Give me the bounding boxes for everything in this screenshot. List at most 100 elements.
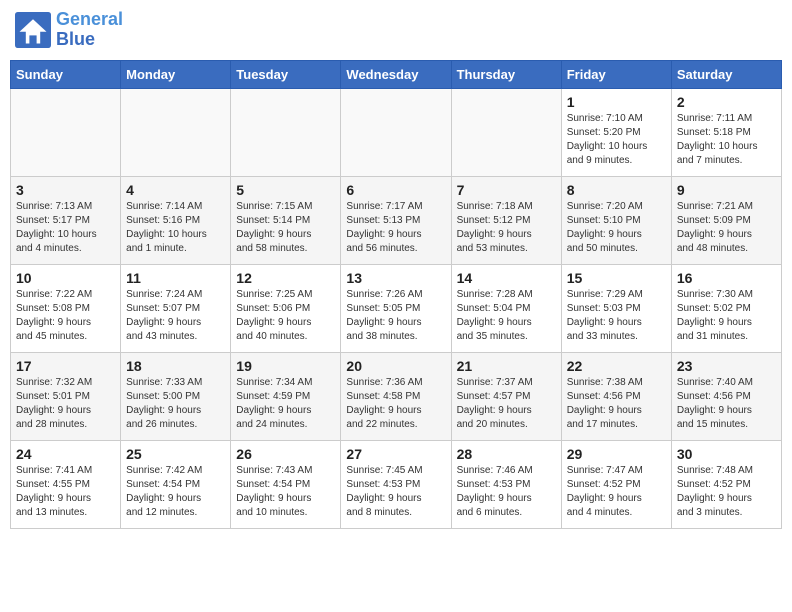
calendar-week-row: 17 Sunrise: 7:32 AM Sunset: 5:01 PM Dayli… [11,352,782,440]
day-info: Sunrise: 7:48 AM Sunset: 4:52 PM Dayligh… [677,464,776,520]
day-number: 8 [567,182,666,198]
day-info: Sunrise: 7:32 AM Sunset: 5:01 PM Dayligh… [16,376,115,432]
day-number: 10 [16,270,115,286]
day-info: Sunrise: 7:45 AM Sunset: 4:53 PM Dayligh… [346,464,445,520]
day-number: 17 [16,358,115,374]
day-info: Sunrise: 7:46 AM Sunset: 4:53 PM Dayligh… [457,464,556,520]
weekday-header: Wednesday [341,60,451,88]
calendar-cell: 3 Sunrise: 7:13 AM Sunset: 5:17 PM Daylig… [11,176,121,264]
calendar-cell: 30 Sunrise: 7:48 AM Sunset: 4:52 PM Dayli… [671,440,781,528]
day-number: 27 [346,446,445,462]
calendar-body: 1Sunrise: 7:10 AM Sunset: 5:20 PM Daylig… [11,88,782,528]
day-info: Sunrise: 7:25 AM Sunset: 5:06 PM Dayligh… [236,288,335,344]
logo-text: General Blue [56,10,123,50]
calendar-cell: 25 Sunrise: 7:42 AM Sunset: 4:54 PM Dayli… [121,440,231,528]
day-info: Sunrise: 7:17 AM Sunset: 5:13 PM Dayligh… [346,200,445,256]
logo-icon [15,12,51,48]
weekday-header: Thursday [451,60,561,88]
day-info: Sunrise: 7:37 AM Sunset: 4:57 PM Dayligh… [457,376,556,432]
weekday-header: Monday [121,60,231,88]
day-number: 13 [346,270,445,286]
day-info: Sunrise: 7:18 AM Sunset: 5:12 PM Dayligh… [457,200,556,256]
calendar-cell: 26 Sunrise: 7:43 AM Sunset: 4:54 PM Dayli… [231,440,341,528]
logo: General Blue [15,10,123,50]
day-number: 3 [16,182,115,198]
calendar-cell: 19 Sunrise: 7:34 AM Sunset: 4:59 PM Dayli… [231,352,341,440]
calendar-cell [121,88,231,176]
day-info: Sunrise: 7:26 AM Sunset: 5:05 PM Dayligh… [346,288,445,344]
day-info: Sunrise: 7:24 AM Sunset: 5:07 PM Dayligh… [126,288,225,344]
day-info: Sunrise: 7:34 AM Sunset: 4:59 PM Dayligh… [236,376,335,432]
day-info: Sunrise: 7:20 AM Sunset: 5:10 PM Dayligh… [567,200,666,256]
calendar-cell: 7 Sunrise: 7:18 AM Sunset: 5:12 PM Daylig… [451,176,561,264]
calendar-week-row: 1Sunrise: 7:10 AM Sunset: 5:20 PM Daylig… [11,88,782,176]
day-info: Sunrise: 7:47 AM Sunset: 4:52 PM Dayligh… [567,464,666,520]
day-number: 12 [236,270,335,286]
day-info: Sunrise: 7:21 AM Sunset: 5:09 PM Dayligh… [677,200,776,256]
day-info: Sunrise: 7:42 AM Sunset: 4:54 PM Dayligh… [126,464,225,520]
day-info: Sunrise: 7:38 AM Sunset: 4:56 PM Dayligh… [567,376,666,432]
calendar-cell: 22 Sunrise: 7:38 AM Sunset: 4:56 PM Dayli… [561,352,671,440]
day-info: Sunrise: 7:15 AM Sunset: 5:14 PM Dayligh… [236,200,335,256]
day-number: 14 [457,270,556,286]
calendar-cell: 12 Sunrise: 7:25 AM Sunset: 5:06 PM Dayli… [231,264,341,352]
calendar-cell [451,88,561,176]
calendar-cell: 27 Sunrise: 7:45 AM Sunset: 4:53 PM Dayli… [341,440,451,528]
day-info: Sunrise: 7:10 AM Sunset: 5:20 PM Dayligh… [567,112,666,168]
day-info: Sunrise: 7:33 AM Sunset: 5:00 PM Dayligh… [126,376,225,432]
day-number: 6 [346,182,445,198]
page-header: General Blue [10,10,782,50]
weekday-header: Tuesday [231,60,341,88]
calendar-cell: 10 Sunrise: 7:22 AM Sunset: 5:08 PM Dayli… [11,264,121,352]
calendar-cell: 17 Sunrise: 7:32 AM Sunset: 5:01 PM Dayli… [11,352,121,440]
weekday-header: Friday [561,60,671,88]
calendar-cell: 18 Sunrise: 7:33 AM Sunset: 5:00 PM Dayli… [121,352,231,440]
calendar-cell: 29Sunrise: 7:47 AM Sunset: 4:52 PM Dayli… [561,440,671,528]
weekday-header: Saturday [671,60,781,88]
calendar-cell: 9Sunrise: 7:21 AM Sunset: 5:09 PM Daylig… [671,176,781,264]
day-number: 16 [677,270,776,286]
calendar-week-row: 24 Sunrise: 7:41 AM Sunset: 4:55 PM Dayli… [11,440,782,528]
calendar-table: SundayMondayTuesdayWednesdayThursdayFrid… [10,60,782,529]
day-number: 20 [346,358,445,374]
calendar-cell [341,88,451,176]
day-number: 5 [236,182,335,198]
day-info: Sunrise: 7:22 AM Sunset: 5:08 PM Dayligh… [16,288,115,344]
calendar-cell: 21Sunrise: 7:37 AM Sunset: 4:57 PM Dayli… [451,352,561,440]
calendar-week-row: 3 Sunrise: 7:13 AM Sunset: 5:17 PM Daylig… [11,176,782,264]
calendar-week-row: 10 Sunrise: 7:22 AM Sunset: 5:08 PM Dayli… [11,264,782,352]
calendar-cell: 15Sunrise: 7:29 AM Sunset: 5:03 PM Dayli… [561,264,671,352]
day-number: 18 [126,358,225,374]
day-info: Sunrise: 7:14 AM Sunset: 5:16 PM Dayligh… [126,200,225,256]
calendar-cell [11,88,121,176]
day-number: 24 [16,446,115,462]
calendar-cell: 13 Sunrise: 7:26 AM Sunset: 5:05 PM Dayli… [341,264,451,352]
calendar-cell: 24 Sunrise: 7:41 AM Sunset: 4:55 PM Dayli… [11,440,121,528]
calendar-cell: 14 Sunrise: 7:28 AM Sunset: 5:04 PM Dayli… [451,264,561,352]
day-number: 25 [126,446,225,462]
day-info: Sunrise: 7:28 AM Sunset: 5:04 PM Dayligh… [457,288,556,344]
day-number: 11 [126,270,225,286]
day-number: 4 [126,182,225,198]
calendar-cell: 5 Sunrise: 7:15 AM Sunset: 5:14 PM Daylig… [231,176,341,264]
day-info: Sunrise: 7:13 AM Sunset: 5:17 PM Dayligh… [16,200,115,256]
day-info: Sunrise: 7:41 AM Sunset: 4:55 PM Dayligh… [16,464,115,520]
day-number: 30 [677,446,776,462]
day-info: Sunrise: 7:40 AM Sunset: 4:56 PM Dayligh… [677,376,776,432]
weekday-header: Sunday [11,60,121,88]
calendar-cell: 1Sunrise: 7:10 AM Sunset: 5:20 PM Daylig… [561,88,671,176]
calendar-cell: 6 Sunrise: 7:17 AM Sunset: 5:13 PM Daylig… [341,176,451,264]
day-info: Sunrise: 7:36 AM Sunset: 4:58 PM Dayligh… [346,376,445,432]
day-info: Sunrise: 7:43 AM Sunset: 4:54 PM Dayligh… [236,464,335,520]
day-info: Sunrise: 7:11 AM Sunset: 5:18 PM Dayligh… [677,112,776,168]
day-number: 2 [677,94,776,110]
day-number: 19 [236,358,335,374]
calendar-cell: 16 Sunrise: 7:30 AM Sunset: 5:02 PM Dayli… [671,264,781,352]
day-number: 26 [236,446,335,462]
day-number: 22 [567,358,666,374]
day-number: 23 [677,358,776,374]
day-info: Sunrise: 7:30 AM Sunset: 5:02 PM Dayligh… [677,288,776,344]
calendar-cell: 8 Sunrise: 7:20 AM Sunset: 5:10 PM Daylig… [561,176,671,264]
calendar-cell: 28Sunrise: 7:46 AM Sunset: 4:53 PM Dayli… [451,440,561,528]
day-number: 7 [457,182,556,198]
